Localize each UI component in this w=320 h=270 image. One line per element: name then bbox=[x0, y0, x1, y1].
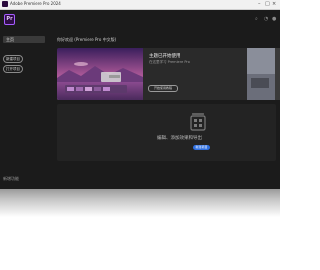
hero-card[interactable]: 主题已开始使用 在这里学习 Premiere Pro 开始使用教程 bbox=[57, 48, 276, 100]
sidebar: 主页 新建项目 打开项目 新增功能 bbox=[0, 28, 50, 189]
avatar[interactable]: ● bbox=[272, 16, 276, 22]
app-mini-icon bbox=[2, 1, 8, 7]
section-title: 你好欢迎 (Premiere Pro 中文版) bbox=[57, 37, 117, 42]
title-bar: Adobe Premiere Pro 2024 – □ × bbox=[0, 0, 280, 10]
hero-title: 主题已开始使用 bbox=[149, 54, 181, 59]
hero-image bbox=[57, 48, 143, 100]
notification-icon[interactable]: ◔ bbox=[264, 16, 268, 22]
next-card-preview[interactable] bbox=[247, 48, 276, 100]
maximize-icon[interactable]: □ bbox=[265, 1, 270, 7]
whats-new-link[interactable]: 新增功能 bbox=[3, 176, 19, 182]
search-icon[interactable]: ⌕ bbox=[255, 16, 258, 22]
close-icon[interactable]: × bbox=[272, 1, 276, 7]
carousel-scroll-edge bbox=[275, 48, 280, 100]
recent-projects-panel: 编辑、添加效果和导出 新建项目 bbox=[57, 104, 276, 161]
minimize-icon[interactable]: – bbox=[258, 1, 261, 7]
sidebar-item-home[interactable]: 主页 bbox=[3, 36, 45, 43]
empty-state-message: 编辑、添加效果和导出 bbox=[157, 136, 202, 141]
empty-new-project-button[interactable]: 新建项目 bbox=[193, 145, 210, 150]
film-frames-icon bbox=[190, 113, 206, 131]
hero-subtitle: 在这里学习 Premiere Pro bbox=[149, 60, 190, 64]
app-header: Pr ⌕ ◔ ● bbox=[0, 10, 280, 28]
premiere-logo-icon[interactable]: Pr bbox=[4, 14, 15, 25]
window-title: Adobe Premiere Pro 2024 bbox=[10, 0, 61, 6]
window-shadow bbox=[0, 189, 280, 217]
new-project-button[interactable]: 新建项目 bbox=[3, 55, 23, 63]
app-window: Adobe Premiere Pro 2024 – □ × Pr ⌕ ◔ ● 主… bbox=[0, 0, 280, 189]
start-tutorial-button[interactable]: 开始使用教程 bbox=[148, 85, 178, 92]
open-project-button[interactable]: 打开项目 bbox=[3, 65, 23, 73]
